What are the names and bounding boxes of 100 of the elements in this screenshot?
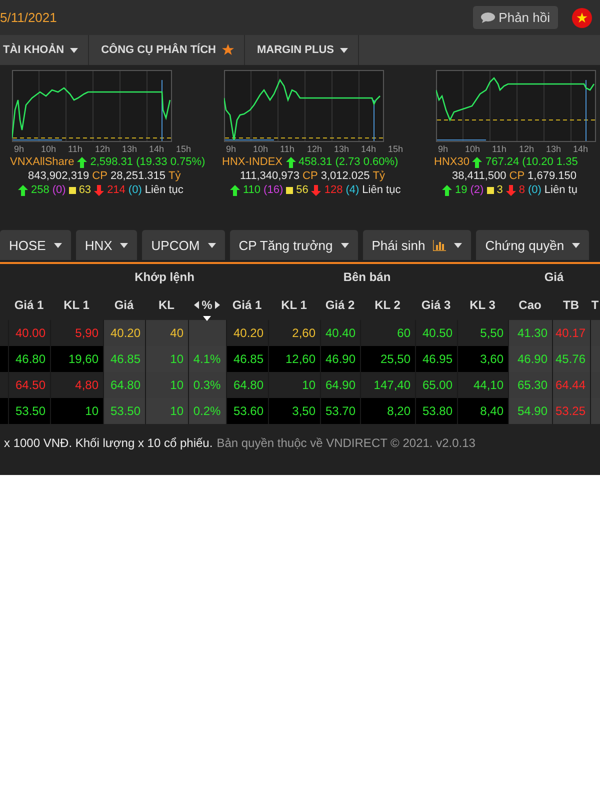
market-tab[interactable]: Chứng quyền [476, 230, 590, 260]
feedback-button[interactable]: Phản hồi [472, 6, 558, 29]
table-cell: 53.50 [110, 404, 140, 418]
advancers-count: 258 [31, 184, 50, 196]
hour-label: 13h [122, 144, 138, 154]
hour-label: 15h [388, 144, 404, 154]
hour-label: 11h [68, 144, 84, 154]
market-tab[interactable]: UPCOM [142, 230, 225, 260]
column-header[interactable]: KL 3 [470, 298, 496, 312]
table-cell: 10 [170, 404, 184, 418]
table-cell: 46.85 [233, 352, 264, 366]
trading-date: 5/11/2021 [0, 10, 57, 25]
unchanged-square-icon [286, 186, 294, 194]
table-cell: 5,50 [480, 326, 504, 340]
market-tab[interactable]: HOSE [0, 230, 71, 260]
hour-label: 10h [465, 144, 482, 154]
value-unit: Tỷ [372, 170, 385, 182]
column-header[interactable]: Giá 1 [232, 298, 262, 312]
column-header[interactable]: KL 1 [64, 298, 90, 312]
market-tab[interactable]: CP Tăng trưởng [230, 230, 358, 260]
table-cell: 40.20 [233, 326, 264, 340]
unchanged-square-icon [486, 186, 494, 194]
hour-label: 12h [519, 144, 536, 154]
advancers-count: 19 [455, 184, 468, 196]
unchanged-count: 56 [296, 184, 308, 196]
caret-icon [572, 242, 580, 248]
table-cell: 44,10 [473, 378, 504, 392]
table-cell: 4,80 [75, 378, 98, 392]
column-header[interactable]: Cao [518, 298, 542, 312]
hour-label: 13h [334, 144, 350, 154]
column-header[interactable]: Giá 3 [421, 298, 451, 312]
up-arrow-icon [230, 184, 240, 196]
table-cell: 46.90 [325, 352, 356, 366]
hour-label: 9h [14, 144, 26, 154]
hour-label: 10h [253, 144, 270, 154]
unit-note: x 1000 VNĐ. Khối lượng x 10 cổ phiếu. [4, 436, 213, 450]
table-cell: 5,90 [75, 326, 98, 340]
column-group-header: Bên bán [343, 270, 391, 284]
star-icon [222, 44, 234, 56]
table-cell: 8,20 [387, 404, 410, 418]
chat-bubble-icon [480, 12, 495, 23]
session-status: Liên tục [362, 184, 401, 196]
table-cell: 64.50 [15, 378, 46, 392]
table-cell: 46.80 [15, 352, 46, 366]
up-arrow-icon [286, 156, 296, 168]
column-header[interactable]: Giá [114, 298, 134, 312]
hour-label: 10h [41, 144, 58, 154]
table-cell: 64.90 [325, 378, 356, 392]
up-arrow-icon [472, 156, 482, 168]
caret-icon [54, 242, 62, 248]
market-tab[interactable]: Phái sinh [362, 230, 472, 260]
hour-label: 14h [149, 144, 166, 154]
decliners-count: 214 [107, 184, 126, 196]
market-tab[interactable]: HNX [76, 230, 138, 260]
hour-label: 14h [573, 144, 590, 154]
table-cell: 2,60 [292, 326, 316, 340]
table-cell: 53.25 [555, 404, 586, 418]
column-header[interactable]: Giá 1 [14, 298, 44, 312]
up-arrow-icon [18, 184, 28, 196]
flag-icon[interactable] [572, 8, 592, 28]
table-cell: 10 [170, 378, 184, 392]
down-arrow-icon [506, 184, 516, 196]
advancers-count: 110 [243, 184, 261, 196]
volume-unit: CP [92, 170, 108, 182]
table-cell: 0.2% [193, 404, 221, 418]
ceiling-count: (0) [52, 184, 66, 196]
table-cell: 147,40 [374, 378, 410, 392]
unchanged-count: 63 [78, 184, 92, 196]
hour-label: 12h [95, 144, 112, 154]
percent-toggle[interactable]: % [194, 298, 220, 312]
table-cell: 3,60 [480, 352, 504, 366]
table-cell: 53.80 [422, 404, 452, 418]
table-cell: 40 [170, 326, 184, 340]
table-cell: 45.76 [555, 352, 586, 366]
caret-icon [70, 48, 78, 52]
column-header[interactable]: T [591, 298, 599, 312]
up-arrow-icon [77, 156, 88, 168]
table-cell: 53.70 [325, 404, 356, 418]
column-header[interactable]: KL 1 [281, 298, 307, 312]
column-header[interactable]: TB [563, 298, 579, 312]
value-unit: Tỷ [168, 170, 181, 182]
index-name: HNX-INDEX [222, 156, 283, 168]
column-group-header: Giá [544, 270, 564, 284]
column-header[interactable]: Giá 2 [325, 298, 355, 312]
table-cell: 8,40 [480, 404, 504, 418]
caret-icon [454, 242, 462, 248]
table-cell: 46.85 [110, 352, 140, 366]
floor-count: (0) [128, 184, 142, 196]
nav-menu-item[interactable]: TÀI KHOẢN [0, 35, 90, 65]
column-header[interactable]: KL [158, 298, 174, 312]
table-cell: 65.30 [517, 378, 548, 392]
down-arrow-icon [94, 184, 104, 196]
column-header[interactable]: KL 2 [374, 298, 400, 312]
trade-value: 1,679.150 [528, 170, 576, 182]
hour-label: 14h [361, 144, 378, 154]
volume-unit: CP [302, 170, 318, 182]
table-cell: 40.00 [15, 326, 46, 340]
hour-label: 12h [307, 144, 324, 154]
hour-label: 11h [280, 144, 296, 154]
table-cell: 60 [397, 326, 410, 340]
